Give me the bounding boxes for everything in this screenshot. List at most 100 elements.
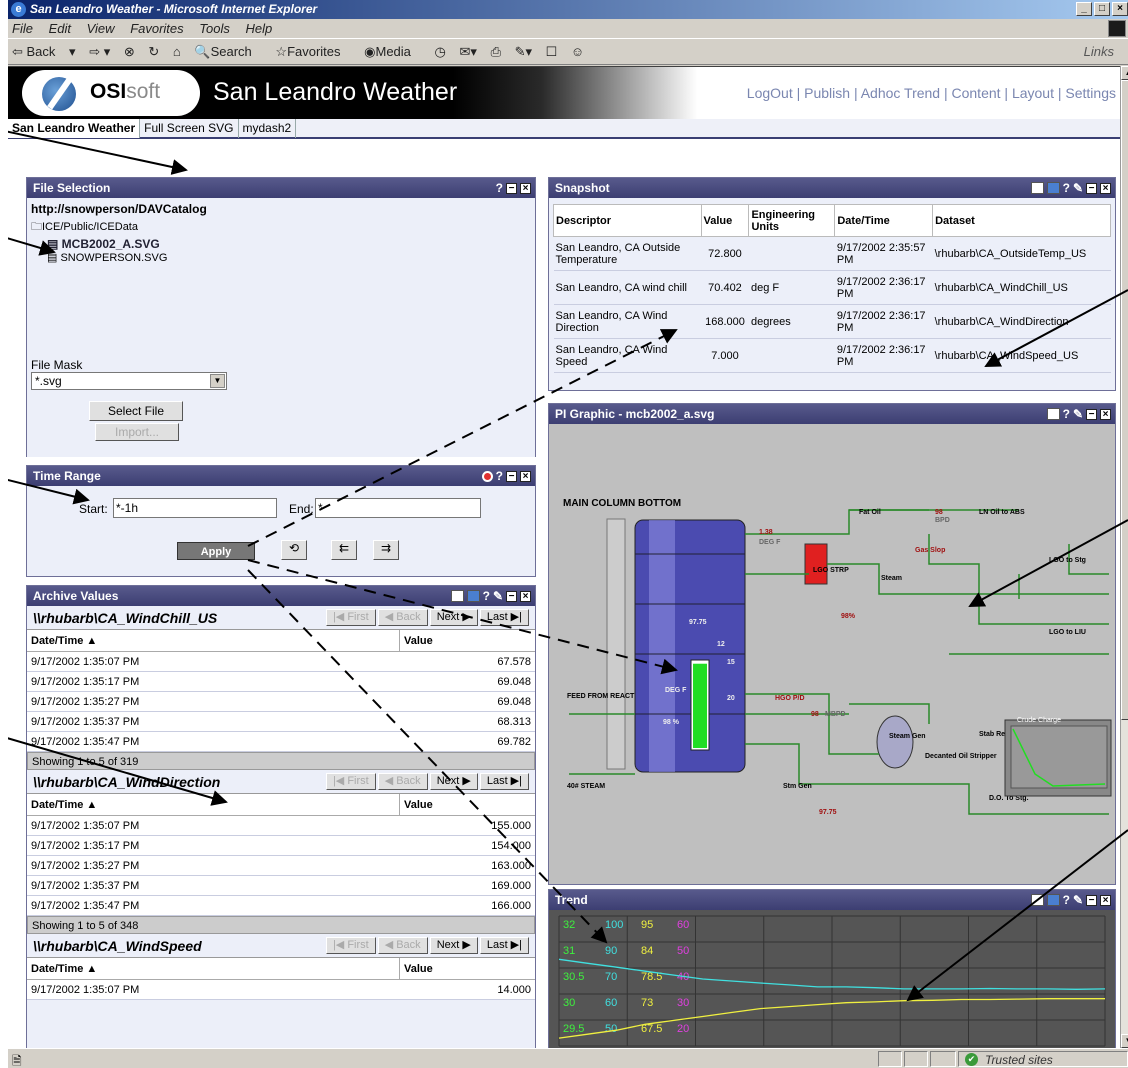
table-icon[interactable] bbox=[1030, 894, 1044, 906]
chart-icon[interactable] bbox=[1046, 894, 1060, 906]
alarm-icon[interactable] bbox=[481, 470, 493, 482]
last-button[interactable]: Last ▶| bbox=[479, 609, 529, 626]
first-button[interactable]: |◀ First bbox=[325, 937, 376, 954]
tab-san-leandro-weather[interactable]: San Leandro Weather bbox=[8, 119, 141, 138]
media-button[interactable]: ◉Media bbox=[364, 44, 421, 59]
minimize-panel-icon[interactable]: − bbox=[1086, 408, 1097, 420]
next-button[interactable]: Next ▶ bbox=[429, 937, 478, 954]
edit-pencil-icon[interactable]: ✎ bbox=[493, 586, 503, 606]
menu-edit[interactable]: Edit bbox=[49, 21, 71, 36]
col-value-header[interactable]: Value bbox=[399, 958, 535, 980]
close-panel-icon[interactable]: × bbox=[520, 182, 531, 194]
menu-favorites[interactable]: Favorites bbox=[130, 21, 183, 36]
next-button[interactable]: Next ▶ bbox=[429, 609, 478, 626]
help-icon[interactable]: ? bbox=[1063, 404, 1070, 424]
table-row[interactable]: San Leandro, CA Wind Speed 7.000 9/17/2002… bbox=[553, 339, 1111, 373]
column-header[interactable]: Descriptor bbox=[553, 204, 702, 237]
shift-back-icon[interactable]: ⇇ bbox=[331, 540, 357, 560]
shift-forward-icon[interactable]: ⇉ bbox=[373, 540, 399, 560]
discuss-icon[interactable]: ☐ bbox=[546, 44, 558, 59]
scroll-down-icon[interactable]: ▼ bbox=[1121, 1034, 1128, 1048]
process-graphic[interactable]: MAIN COLUMN BOTTOM Fat Oil LN Oil to ABS… bbox=[549, 424, 1115, 884]
first-button[interactable]: |◀ First bbox=[325, 609, 376, 626]
close-panel-icon[interactable]: × bbox=[520, 590, 531, 602]
help-icon[interactable]: ? bbox=[496, 466, 503, 486]
menu-file[interactable]: File bbox=[12, 21, 33, 36]
menu-tools[interactable]: Tools bbox=[199, 21, 230, 36]
help-icon[interactable]: ? bbox=[1063, 890, 1070, 910]
close-panel-icon[interactable]: × bbox=[1100, 182, 1111, 194]
scroll-up-icon[interactable]: ▲ bbox=[1121, 66, 1128, 80]
recycle-icon[interactable]: ⟲ bbox=[281, 540, 307, 560]
file-item[interactable]: ▤ MCB2002_A.SVG bbox=[31, 237, 531, 251]
end-input[interactable]: * bbox=[315, 498, 481, 518]
minimize-panel-icon[interactable]: − bbox=[506, 590, 517, 602]
home-icon[interactable]: ⌂ bbox=[173, 44, 181, 59]
stop-icon[interactable]: ⊗ bbox=[124, 44, 135, 59]
tab-mydash2[interactable]: mydash2 bbox=[239, 119, 297, 138]
minimize-panel-icon[interactable]: − bbox=[506, 470, 517, 482]
minimize-button[interactable]: _ bbox=[1076, 2, 1092, 16]
close-button[interactable]: × bbox=[1112, 2, 1128, 16]
edit-pencil-icon[interactable]: ✎ bbox=[1073, 890, 1083, 910]
table-icon[interactable] bbox=[1046, 408, 1060, 420]
chart-icon[interactable] bbox=[1046, 182, 1060, 194]
forward-button[interactable]: ⇨ ▾ bbox=[89, 44, 110, 59]
first-button[interactable]: |◀ First bbox=[325, 773, 376, 790]
trend-chart[interactable]: 32 100 95 6031 90 84 5030.5 70 78.5 4030 60 73 3029.… bbox=[549, 910, 1115, 1048]
file-mask-select[interactable]: *.svg ▼ bbox=[31, 372, 227, 390]
print-icon[interactable]: ⎙ bbox=[491, 44, 501, 59]
table-icon[interactable] bbox=[1030, 182, 1044, 194]
col-date-header[interactable]: Date/Time ▲ bbox=[31, 635, 97, 647]
menu-view[interactable]: View bbox=[87, 21, 115, 36]
messenger-icon[interactable]: ☺ bbox=[571, 44, 584, 59]
column-header[interactable]: Dataset bbox=[932, 204, 1111, 237]
close-panel-icon[interactable]: × bbox=[1100, 408, 1111, 420]
minimize-panel-icon[interactable]: − bbox=[1086, 182, 1097, 194]
chevron-down-icon[interactable]: ▼ bbox=[210, 374, 225, 388]
menu-help[interactable]: Help bbox=[246, 21, 273, 36]
tab-full-screen-svg[interactable]: Full Screen SVG bbox=[140, 119, 239, 138]
last-button[interactable]: Last ▶| bbox=[479, 773, 529, 790]
links-button[interactable]: Links bbox=[1084, 39, 1114, 65]
column-header[interactable]: Date/Time bbox=[834, 204, 934, 237]
chart-icon[interactable] bbox=[466, 590, 480, 602]
help-icon[interactable]: ? bbox=[496, 178, 503, 198]
search-button[interactable]: 🔍Search bbox=[194, 44, 261, 59]
column-header[interactable]: Engineering Units bbox=[748, 204, 836, 237]
file-item[interactable]: ▤ SNOWPERSON.SVG bbox=[31, 251, 531, 264]
back-button[interactable]: ◀ Back bbox=[377, 937, 428, 954]
table-row[interactable]: San Leandro, CA Outside Temperature 72.80… bbox=[553, 237, 1111, 271]
maximize-button[interactable]: □ bbox=[1094, 2, 1110, 16]
select-file-button[interactable]: Select File bbox=[89, 401, 183, 421]
table-row[interactable]: San Leandro, CA Wind Direction 168.000 deg… bbox=[553, 305, 1111, 339]
table-icon[interactable] bbox=[450, 590, 464, 602]
back-button[interactable]: ◀ Back bbox=[377, 773, 428, 790]
col-value-header[interactable]: Value bbox=[399, 630, 535, 652]
folder-item[interactable]: 🗀ICE/Public/ICEData bbox=[31, 218, 531, 237]
history-icon[interactable]: ◷ bbox=[435, 44, 446, 59]
table-row[interactable]: San Leandro, CA wind chill 70.402 deg F 9/1… bbox=[553, 271, 1111, 305]
import-button[interactable]: Import... bbox=[95, 423, 179, 441]
minimize-panel-icon[interactable]: − bbox=[1086, 894, 1097, 906]
close-panel-icon[interactable]: × bbox=[1100, 894, 1111, 906]
refresh-icon[interactable]: ↻ bbox=[148, 44, 159, 59]
minimize-panel-icon[interactable]: − bbox=[506, 182, 517, 194]
back-button[interactable]: ◀ Back bbox=[377, 609, 428, 626]
help-icon[interactable]: ? bbox=[483, 586, 490, 606]
close-panel-icon[interactable]: × bbox=[520, 470, 531, 482]
apply-button[interactable]: Apply bbox=[177, 542, 255, 560]
start-input[interactable]: *-1h bbox=[113, 498, 277, 518]
header-links[interactable]: LogOut | Publish | Adhoc Trend | Content… bbox=[747, 85, 1116, 101]
vertical-scrollbar[interactable]: ▲ ▼ bbox=[1120, 66, 1128, 1048]
edit-pencil-icon[interactable]: ✎ bbox=[1073, 178, 1083, 198]
last-button[interactable]: Last ▶| bbox=[479, 937, 529, 954]
mail-icon[interactable]: ✉▾ bbox=[460, 44, 477, 59]
favorites-button[interactable]: ☆Favorites bbox=[275, 44, 350, 59]
scroll-thumb[interactable] bbox=[1121, 80, 1128, 720]
next-button[interactable]: Next ▶ bbox=[429, 773, 478, 790]
column-header[interactable]: Value bbox=[700, 204, 750, 237]
edit-pencil-icon[interactable]: ✎ bbox=[1073, 404, 1083, 424]
back-button[interactable]: ⇦ Back ▾ bbox=[12, 44, 76, 59]
col-value-header[interactable]: Value bbox=[399, 794, 535, 816]
